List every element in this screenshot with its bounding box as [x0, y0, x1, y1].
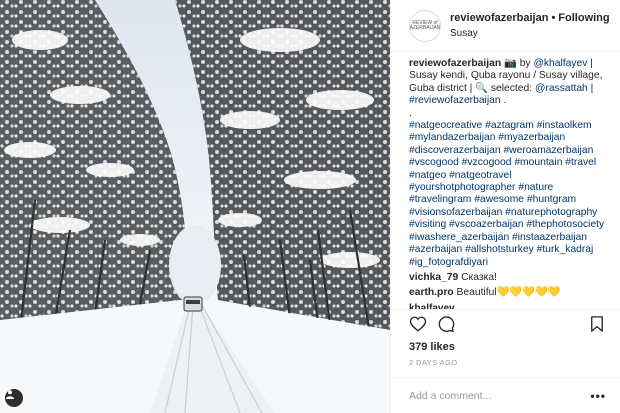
caption-dot: .: [409, 107, 412, 119]
author-username[interactable]: reviewofazerbaijan: [450, 12, 548, 24]
avatar[interactable]: REVIEW of AZERBAIJAN: [409, 9, 441, 42]
comments-section: reviewofazerbaijan 📷 by @khalfayev | Sus…: [391, 52, 620, 309]
instagram-post: REVIEW of AZERBAIJAN reviewofazerbaijan •…: [0, 0, 620, 413]
comment-user[interactable]: vichka_79: [409, 272, 458, 283]
hashtags[interactable]: #natgeocreative #aztagram #instaolkem #m…: [409, 120, 612, 269]
caption: reviewofazerbaijan 📷 by @khalfayev | Sus…: [409, 58, 612, 269]
post-header: REVIEW of AZERBAIJAN reviewofazerbaijan •…: [391, 0, 620, 52]
comment-user[interactable]: earth.pro: [409, 287, 454, 298]
more-options-icon[interactable]: •••: [590, 389, 606, 403]
header-text: reviewofazerbaijan • Following Susay: [450, 12, 610, 39]
comment-icon[interactable]: [437, 315, 455, 333]
post-sidebar: REVIEW of AZERBAIJAN reviewofazerbaijan •…: [390, 0, 620, 413]
comment-partial[interactable]: khalfayev: [409, 303, 612, 309]
selector-mention[interactable]: @rassattah: [535, 83, 588, 94]
heart-icon[interactable]: [409, 315, 427, 333]
comment: earth.pro Beautiful💛💛💛💛💛: [409, 287, 612, 299]
header-line: reviewofazerbaijan • Following: [450, 12, 610, 24]
comment-text: Сказка!: [461, 271, 497, 283]
caption-tag-end: .: [503, 95, 507, 107]
location-link[interactable]: Susay: [450, 28, 610, 39]
comment-input[interactable]: [409, 389, 591, 402]
comment-text: Beautiful💛💛💛💛💛: [456, 287, 561, 299]
likes-count[interactable]: 379 likes: [391, 338, 620, 353]
post-photo[interactable]: [0, 0, 390, 413]
caption-author[interactable]: reviewofazerbaijan: [409, 58, 501, 69]
comment: vichka_79 Сказка!: [409, 272, 612, 284]
avatar-logo-text: REVIEW of AZERBAIJAN: [409, 19, 441, 31]
add-comment-bar: •••: [391, 377, 620, 413]
snowy-forest-road-image: [0, 0, 390, 413]
bookmark-icon[interactable]: [588, 315, 606, 333]
user-tag-icon[interactable]: [5, 389, 23, 407]
caption-main-hashtag[interactable]: #reviewofazerbaijan: [409, 95, 501, 106]
follow-status[interactable]: Following: [558, 12, 609, 24]
caption-intro: 📷 by: [504, 58, 531, 69]
post-date[interactable]: 2 DAYS AGO: [391, 353, 620, 367]
action-bar: [391, 309, 620, 338]
header-separator: •: [551, 12, 556, 24]
photographer-mention[interactable]: @khalfayev: [533, 58, 587, 69]
caption-pipe: |: [590, 82, 594, 94]
